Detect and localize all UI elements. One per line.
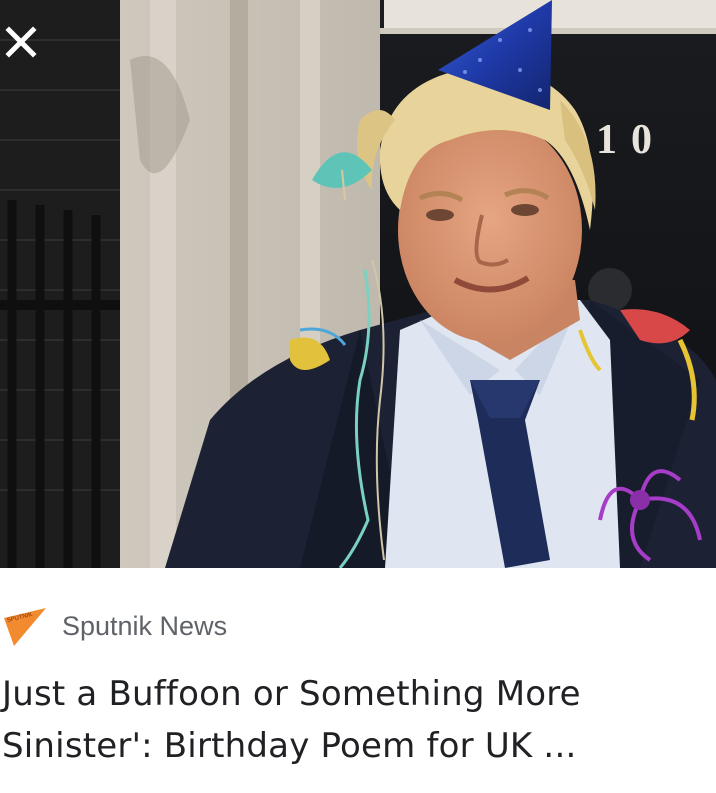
- close-button[interactable]: [0, 14, 42, 70]
- hero-illustration: [0, 0, 716, 568]
- source-name: Sputnik News: [62, 610, 228, 641]
- door-number: 10: [596, 117, 666, 163]
- article-headline[interactable]: Just a Buffoon or Something More Siniste…: [2, 668, 702, 772]
- close-icon: [5, 26, 37, 58]
- sputnik-logo-icon: SPUTNIK: [4, 608, 46, 646]
- article-card[interactable]: SPUTNIK Sputnik News Just a Buffoon or S…: [0, 568, 716, 793]
- article-source[interactable]: SPUTNIK Sputnik News: [0, 604, 227, 648]
- article-hero-image[interactable]: 10: [0, 0, 716, 568]
